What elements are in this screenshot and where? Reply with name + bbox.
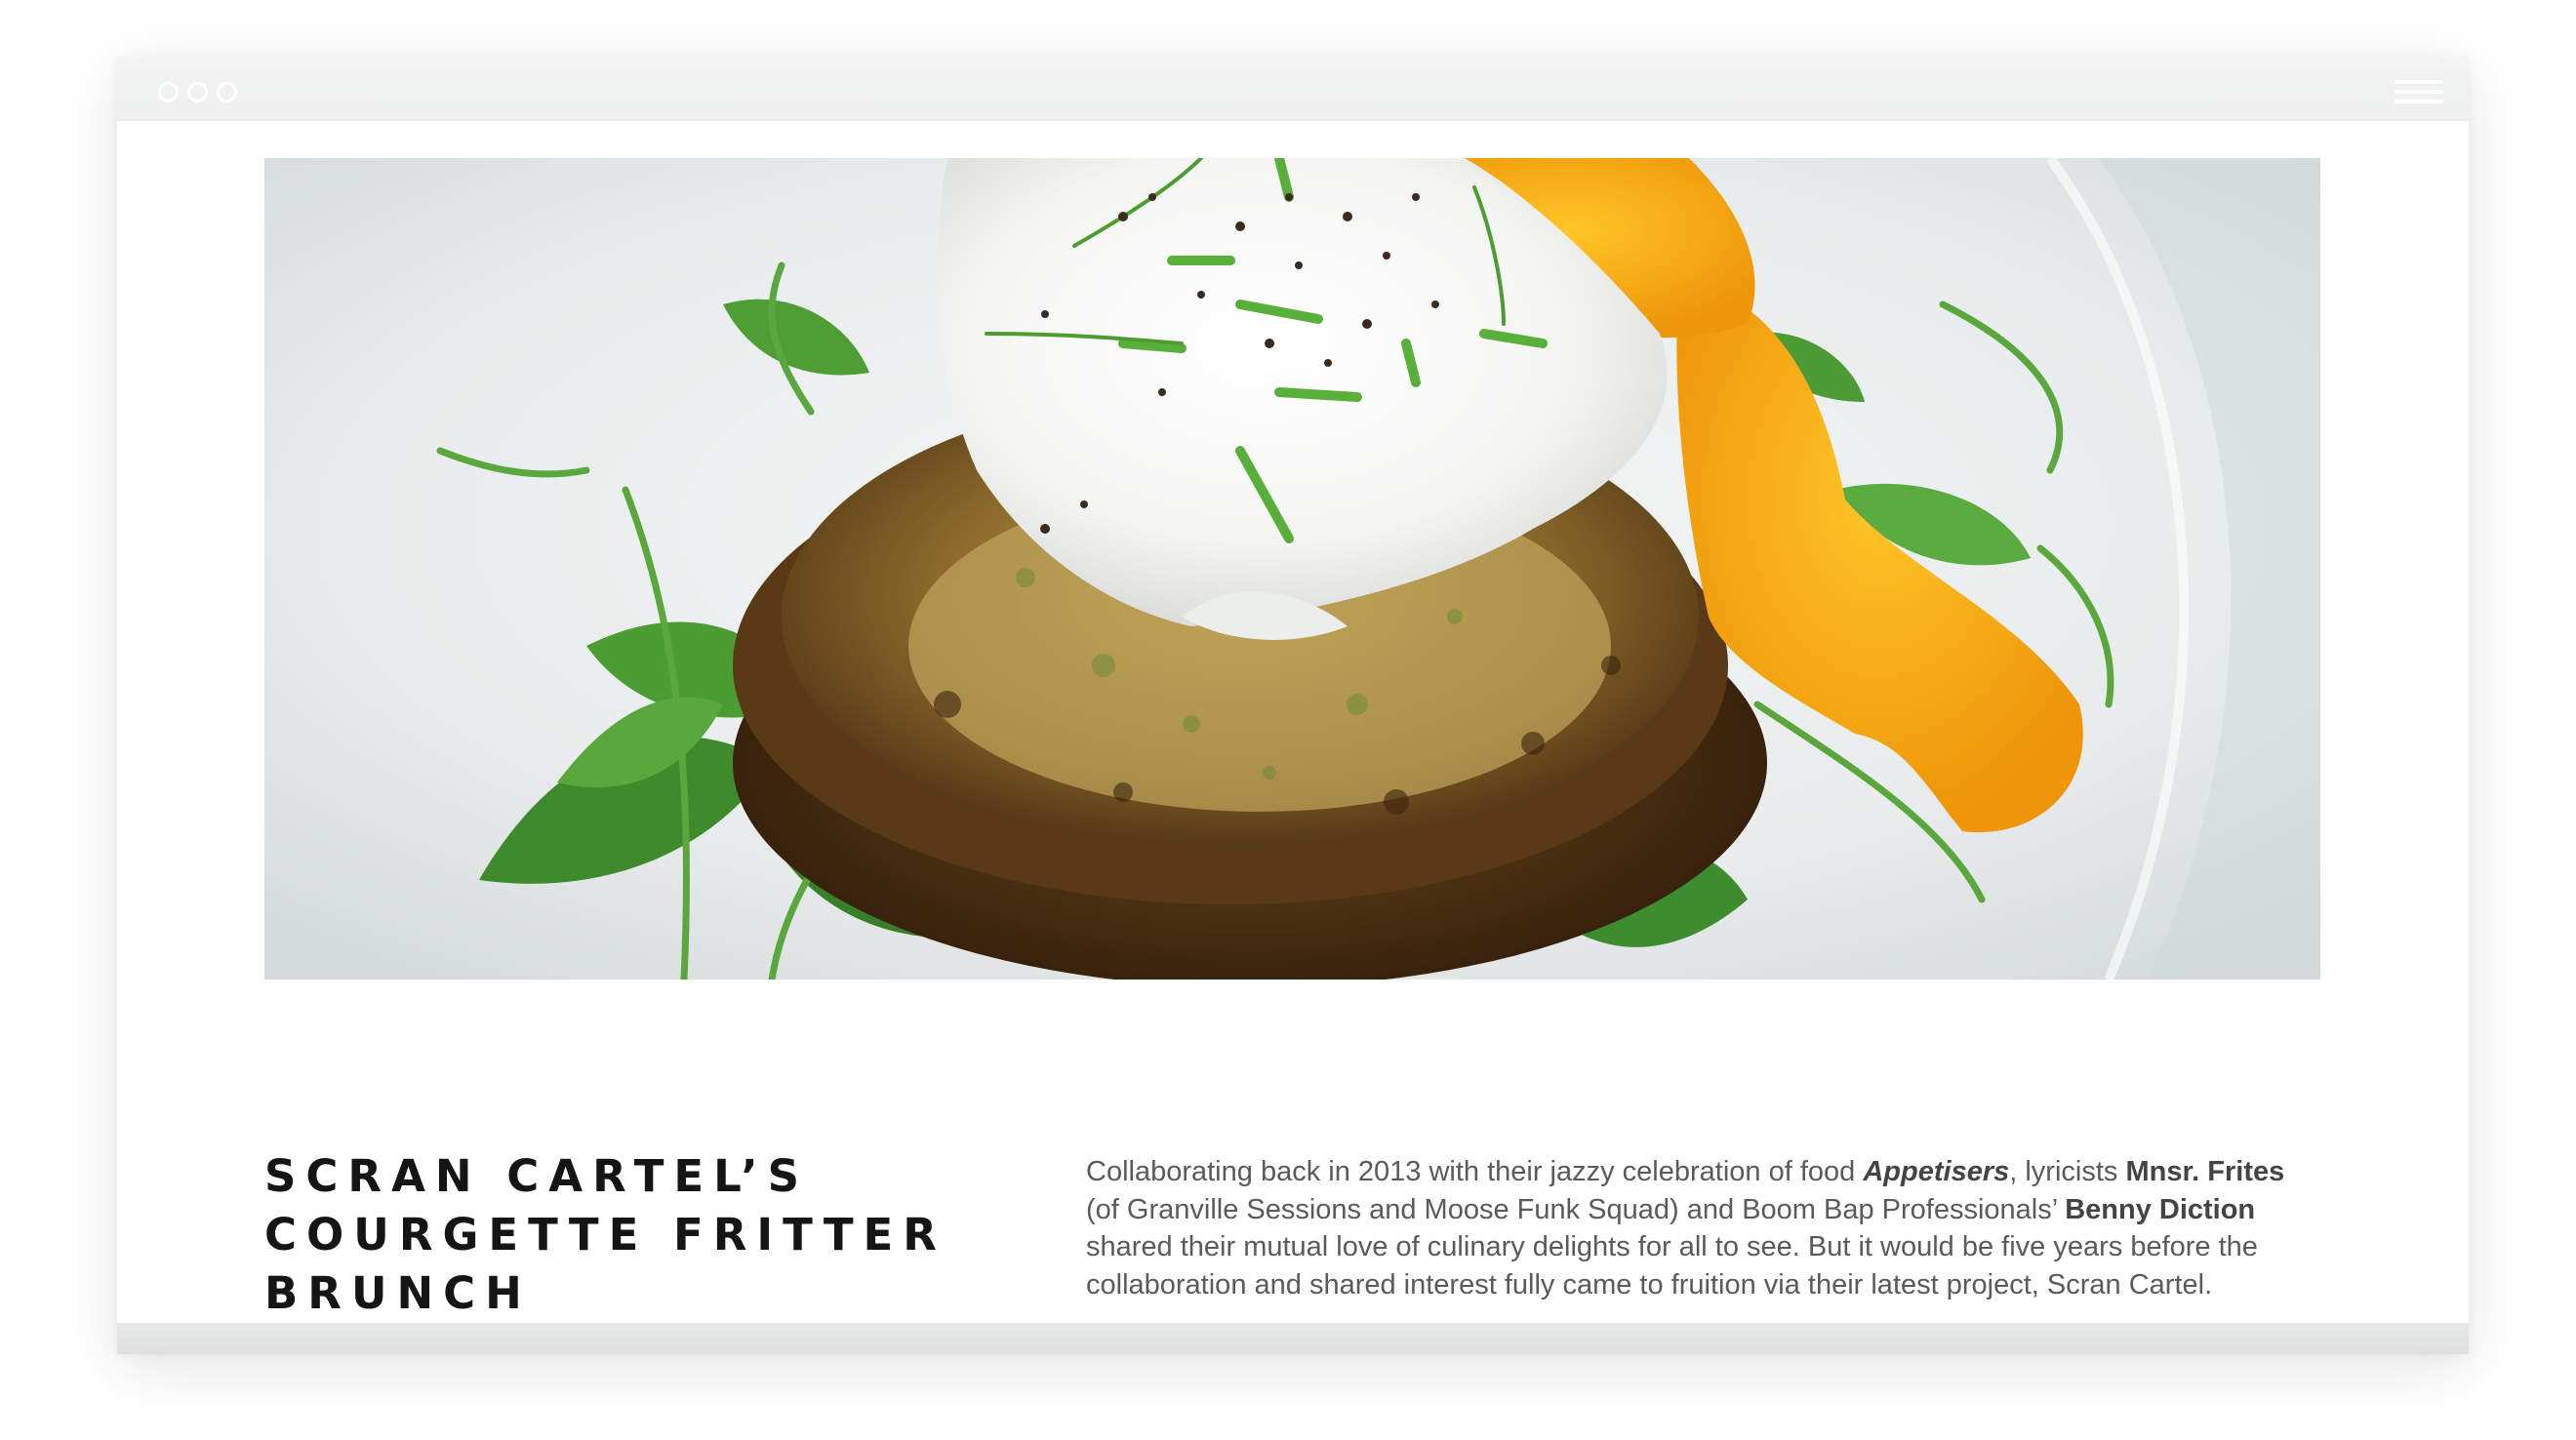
hero-photo <box>264 158 2320 980</box>
body-text: shared their mutual love of culinary del… <box>1086 1231 2258 1300</box>
appetisers-emphasis: Appetisers <box>1863 1156 2010 1187</box>
body-text: (of Granville Sessions and Moose Funk Sq… <box>1086 1193 2066 1225</box>
window-bottom-edge <box>117 1323 2469 1354</box>
body-text: , lyricists <box>2009 1156 2126 1187</box>
article-body: Collaborating back in 2013 with their ja… <box>1086 1153 2325 1303</box>
minimize-window-button[interactable] <box>187 82 208 102</box>
benny-diction-emphasis: Benny Diction <box>2065 1193 2256 1225</box>
page: SCRAN CARTEL’S COURGETTE FRITTER BRUNCH … <box>0 0 2576 1440</box>
close-window-button[interactable] <box>158 82 179 102</box>
maximize-window-button[interactable] <box>217 82 237 102</box>
body-text: Collaborating back in 2013 with their ja… <box>1086 1156 1864 1187</box>
hamburger-menu-icon[interactable] <box>2395 78 2443 105</box>
browser-window: SCRAN CARTEL’S COURGETTE FRITTER BRUNCH … <box>117 57 2469 1354</box>
page-title: SCRAN CARTEL’S COURGETTE FRITTER BRUNCH <box>264 1150 946 1319</box>
window-titlebar <box>117 57 2469 121</box>
frites-emphasis: Mnsr. Frites <box>2125 1156 2285 1187</box>
